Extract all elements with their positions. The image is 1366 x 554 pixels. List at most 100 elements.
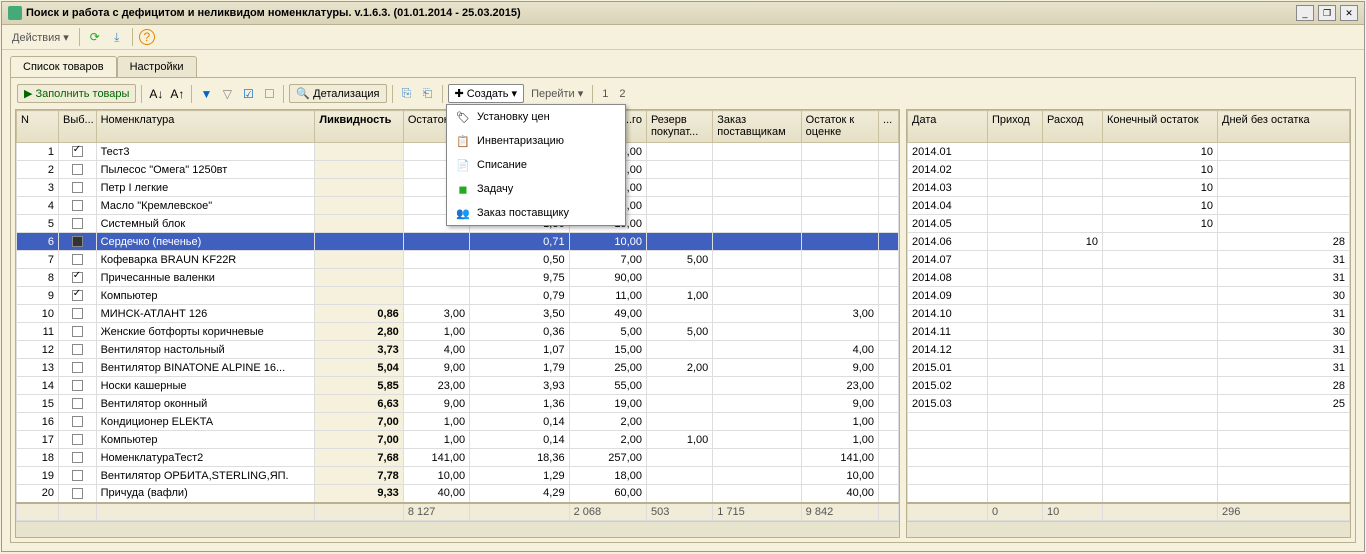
table-row-blank bbox=[908, 449, 1350, 467]
col-reserve[interactable]: Резерв покупат... bbox=[646, 111, 712, 143]
table-row[interactable]: 2014.0731 bbox=[908, 251, 1350, 269]
checkbox[interactable] bbox=[72, 362, 83, 373]
dd-writeoff[interactable]: 📄Списание bbox=[447, 153, 625, 177]
help-icon[interactable]: ? bbox=[139, 29, 155, 45]
minimize-button[interactable]: _ bbox=[1296, 5, 1314, 21]
checkbox[interactable] bbox=[72, 398, 83, 409]
tab-settings[interactable]: Настройки bbox=[117, 56, 197, 77]
checkbox[interactable] bbox=[72, 272, 83, 283]
checkbox[interactable] bbox=[72, 416, 83, 427]
table-row[interactable]: 14Носки кашерные5,8523,003,9355,0023,00 bbox=[17, 377, 899, 395]
page-1[interactable]: 1 bbox=[598, 86, 612, 102]
sort-desc-icon[interactable]: A↑ bbox=[168, 85, 186, 103]
checkbox[interactable] bbox=[72, 344, 83, 355]
sort-asc-icon[interactable]: A↓ bbox=[147, 85, 165, 103]
dd-task[interactable]: ◼Задачу bbox=[447, 177, 625, 201]
checkbox[interactable] bbox=[72, 236, 83, 247]
table-row[interactable]: 2014.0831 bbox=[908, 269, 1350, 287]
col-nom[interactable]: Номенклатура bbox=[96, 111, 315, 143]
col-end[interactable]: Конечный остаток bbox=[1103, 111, 1218, 143]
dd-inventory[interactable]: 📋Инвентаризацию bbox=[447, 129, 625, 153]
detail-grid[interactable]: Дата Приход Расход Конечный остаток Дней… bbox=[906, 109, 1351, 538]
checkbox[interactable] bbox=[72, 488, 83, 499]
checkbox[interactable] bbox=[72, 218, 83, 229]
checkbox[interactable] bbox=[72, 164, 83, 175]
dup-icon[interactable]: ⎘ bbox=[398, 85, 416, 103]
table-row[interactable]: 15Вентилятор оконный6,639,001,3619,009,0… bbox=[17, 395, 899, 413]
table-row[interactable]: 2014.0210 bbox=[908, 161, 1350, 179]
table-row[interactable]: 2015.0325 bbox=[908, 395, 1350, 413]
table-row-blank bbox=[908, 413, 1350, 431]
checkbox[interactable] bbox=[72, 380, 83, 391]
order-icon: 👥 bbox=[455, 205, 471, 221]
table-row[interactable]: 2014.1031 bbox=[908, 305, 1350, 323]
table-row[interactable]: 19Вентилятор ОРБИТА,STERLING,ЯП.7,7810,0… bbox=[17, 467, 899, 485]
dd-price[interactable]: 🏷Установку цен bbox=[447, 105, 625, 129]
dup2-icon[interactable]: ⎗ bbox=[419, 85, 437, 103]
table-row[interactable]: 8Причесанные валенки9,7590,00 bbox=[17, 269, 899, 287]
col-order[interactable]: Заказ поставщикам bbox=[713, 111, 801, 143]
table-row[interactable]: 2014.1231 bbox=[908, 341, 1350, 359]
checkbox[interactable] bbox=[72, 434, 83, 445]
checkbox[interactable] bbox=[72, 452, 83, 463]
checkbox[interactable] bbox=[72, 308, 83, 319]
tabs: Список товаров Настройки bbox=[2, 50, 1364, 77]
hscroll-right[interactable] bbox=[907, 521, 1350, 537]
table-row[interactable]: 20Причуда (вафли)9,3340,004,2960,0040,00 bbox=[17, 485, 899, 503]
col-date[interactable]: Дата bbox=[908, 111, 988, 143]
page-2[interactable]: 2 bbox=[615, 86, 629, 102]
table-row[interactable]: 2014.0930 bbox=[908, 287, 1350, 305]
table-row[interactable]: 10МИНСК-АТЛАНТ 1260,863,003,5049,003,00 bbox=[17, 305, 899, 323]
footer-row-left: 8 127 2 068503 1 7159 842 bbox=[17, 503, 899, 521]
checkbox[interactable] bbox=[72, 470, 83, 481]
table-row[interactable]: 2014.1130 bbox=[908, 323, 1350, 341]
close-button[interactable]: ✕ bbox=[1340, 5, 1358, 21]
detail-button[interactable]: 🔍 Детализация bbox=[289, 84, 386, 103]
export-icon[interactable]: ⤓ bbox=[108, 28, 126, 46]
table-row[interactable]: 2014.061028 bbox=[908, 233, 1350, 251]
table-row[interactable]: 2014.0110 bbox=[908, 143, 1350, 161]
restore-button[interactable]: ❐ bbox=[1318, 5, 1336, 21]
table-row[interactable]: 2015.0228 bbox=[908, 377, 1350, 395]
fill-products-button[interactable]: ▶ Заполнить товары bbox=[17, 84, 136, 103]
create-button[interactable]: ✚ Создать ▾ bbox=[448, 84, 525, 103]
filter-icon[interactable]: ▼ bbox=[197, 85, 215, 103]
table-row[interactable]: 16Кондиционер ELEKTA7,001,000,142,001,00 bbox=[17, 413, 899, 431]
tab-list[interactable]: Список товаров bbox=[10, 56, 117, 77]
sub-toolbar: ▶ Заполнить товары A↓ A↑ ▼ ▽ ☑ ☐ 🔍 Детал… bbox=[15, 82, 1351, 105]
col-last[interactable]: ... bbox=[879, 111, 899, 143]
checkbox[interactable] bbox=[72, 254, 83, 265]
table-row[interactable]: 12Вентилятор настольный3,734,001,0715,00… bbox=[17, 341, 899, 359]
table-row[interactable]: 2015.0131 bbox=[908, 359, 1350, 377]
col-n[interactable]: N bbox=[17, 111, 59, 143]
check-all-icon[interactable]: ☑ bbox=[239, 85, 257, 103]
checkbox[interactable] bbox=[72, 200, 83, 211]
checkbox[interactable] bbox=[72, 290, 83, 301]
table-row[interactable]: 11Женские ботфорты коричневые2,801,000,3… bbox=[17, 323, 899, 341]
hscroll-left[interactable] bbox=[16, 521, 899, 537]
actions-menu[interactable]: Действия ▾ bbox=[8, 29, 73, 46]
table-row[interactable]: 17Компьютер7,001,000,142,001,001,00 bbox=[17, 431, 899, 449]
table-row[interactable]: 9Компьютер0,7911,001,00 bbox=[17, 287, 899, 305]
checkbox[interactable] bbox=[72, 146, 83, 157]
filter-off-icon[interactable]: ▽ bbox=[218, 85, 236, 103]
table-row[interactable]: 18НоменклатураТест27,68141,0018,36257,00… bbox=[17, 449, 899, 467]
uncheck-all-icon[interactable]: ☐ bbox=[260, 85, 278, 103]
checkbox[interactable] bbox=[72, 182, 83, 193]
col-liq[interactable]: Ликвидность bbox=[315, 111, 403, 143]
checkbox[interactable] bbox=[72, 326, 83, 337]
table-row[interactable]: 2014.0410 bbox=[908, 197, 1350, 215]
col-days[interactable]: Дней без остатка bbox=[1218, 111, 1350, 143]
col-in[interactable]: Приход bbox=[988, 111, 1043, 143]
dd-order[interactable]: 👥Заказ поставщику bbox=[447, 201, 625, 225]
col-est[interactable]: Остаток к оценке bbox=[801, 111, 878, 143]
col-out[interactable]: Расход bbox=[1043, 111, 1103, 143]
refresh-icon[interactable]: ⟳ bbox=[86, 28, 104, 46]
table-row[interactable]: 2014.0310 bbox=[908, 179, 1350, 197]
table-row[interactable]: 13Вентилятор BINATONE ALPINE 16...5,049,… bbox=[17, 359, 899, 377]
col-sel[interactable]: Выб... bbox=[59, 111, 97, 143]
table-row[interactable]: 2014.0510 bbox=[908, 215, 1350, 233]
table-row[interactable]: 7Кофеварка BRAUN KF22R0,507,005,00 bbox=[17, 251, 899, 269]
table-row[interactable]: 6Сердечко (печенье)0,7110,00 bbox=[17, 233, 899, 251]
goto-button[interactable]: Перейти ▾ bbox=[527, 85, 587, 102]
